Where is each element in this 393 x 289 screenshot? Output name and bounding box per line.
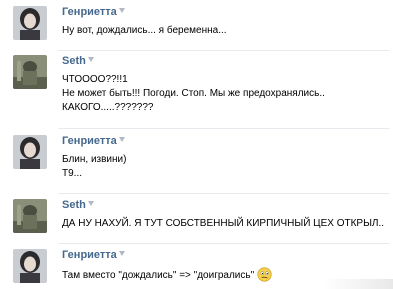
author-name[interactable]: Генриетта — [62, 6, 125, 19]
message-item: Seth ДА НУ НАХУЙ. Я ТУТ СОБСТВЕННЫЙ КИРП… — [0, 199, 393, 239]
author-name[interactable]: Seth — [62, 55, 94, 68]
woman-photo-icon — [13, 135, 47, 169]
author-name[interactable]: Seth — [62, 199, 94, 212]
confused-smiley-icon — [257, 267, 272, 282]
divider — [58, 193, 389, 194]
author-name[interactable]: Генриетта — [62, 249, 125, 262]
avatar[interactable] — [13, 135, 47, 169]
dropdown-caret-icon[interactable] — [118, 137, 125, 142]
dropdown-caret-icon[interactable] — [87, 201, 94, 206]
message-text: Блин, извини) Т9... — [62, 153, 126, 181]
message-line: ЧТОООО??!!1 — [62, 74, 128, 85]
message-line: Не может быть!!! Погоди. Стоп. Мы же пре… — [62, 88, 325, 99]
watermark — [323, 279, 393, 289]
message-line: Блин, извини) — [62, 154, 127, 165]
soldier-photo-icon — [13, 55, 47, 89]
divider — [58, 50, 389, 51]
message-line: Ну вот, дождались... я беременна... — [62, 25, 227, 36]
message-line: Т9... — [62, 168, 83, 179]
message-item: Seth ЧТОООО??!!1 Не может быть!!! Погоди… — [0, 55, 393, 123]
message-line: Там вместо "дождались" => "доигрались" — [62, 267, 272, 283]
avatar[interactable] — [13, 249, 47, 283]
message-item: Генриетта Ну вот, дождались... я беремен… — [0, 6, 393, 46]
message-text: ДА НУ НАХУЙ. Я ТУТ СОБСТВЕННЫЙ КИРПИЧНЫЙ… — [62, 217, 384, 231]
message-line: КАКОГО.....??????? — [62, 102, 154, 113]
message-line: ДА НУ НАХУЙ. Я ТУТ СОБСТВЕННЫЙ КИРПИЧНЫЙ… — [62, 218, 385, 229]
message-feed: Генриетта Ну вот, дождались... я беремен… — [0, 0, 393, 289]
dropdown-caret-icon[interactable] — [118, 251, 125, 256]
divider — [58, 128, 389, 129]
message-text: ЧТОООО??!!1 Не может быть!!! Погоди. Сто… — [62, 73, 325, 115]
woman-photo-icon — [13, 6, 47, 40]
divider — [58, 243, 389, 244]
soldier-photo-icon — [13, 199, 47, 233]
avatar[interactable] — [13, 55, 47, 89]
dropdown-caret-icon[interactable] — [87, 57, 94, 62]
message-item: Генриетта Блин, извини) Т9... — [0, 135, 393, 189]
dropdown-caret-icon[interactable] — [118, 8, 125, 13]
avatar[interactable] — [13, 199, 47, 233]
message-text: Ну вот, дождались... я беременна... — [62, 24, 227, 38]
message-text: Там вместо "дождались" => "доигрались" — [62, 267, 272, 283]
author-name[interactable]: Генриетта — [62, 135, 125, 148]
avatar[interactable] — [13, 6, 47, 40]
woman-photo-icon — [13, 249, 47, 283]
